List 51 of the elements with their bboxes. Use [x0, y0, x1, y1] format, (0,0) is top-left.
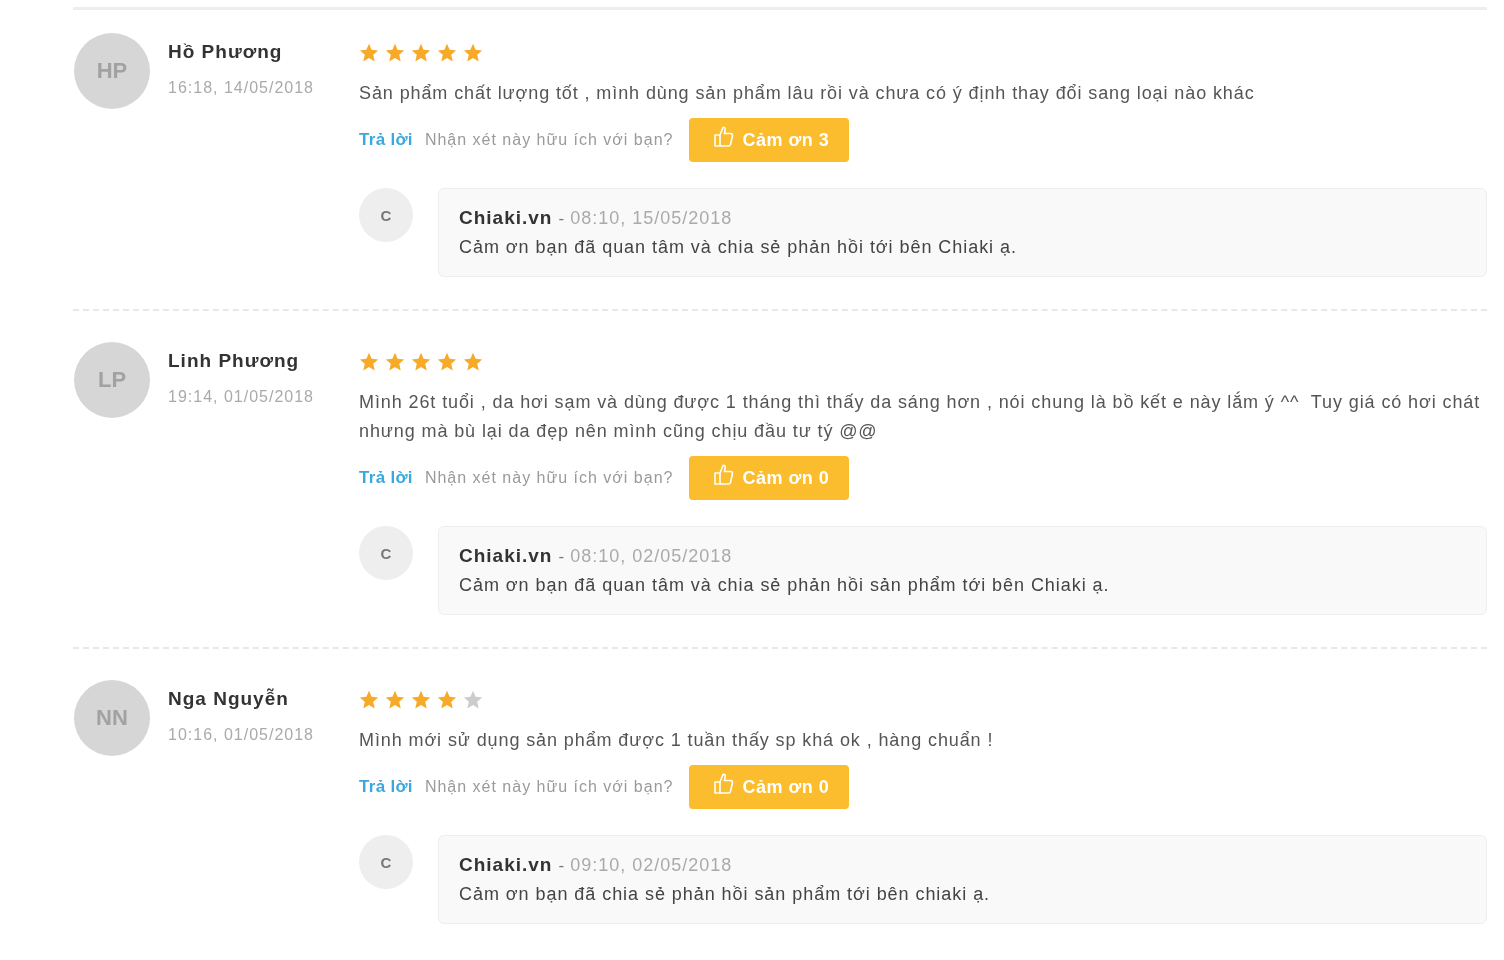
review-comment: Sản phẩm chất lượng tốt , mình dùng sản phẩm lâu rồi và chưa có ý định thay đổi sang loại nào khác	[359, 82, 1256, 105]
reply-author: Chiaki.vn	[459, 206, 553, 230]
star-icon	[463, 690, 483, 710]
thumbs-up-icon	[714, 463, 735, 485]
star-icon	[437, 43, 457, 63]
star-icon	[359, 43, 379, 63]
reply-link[interactable]: Trả lời	[359, 130, 413, 150]
reviewer-name: Linh Phương	[168, 349, 300, 373]
reply-time: 08:10, 02/05/2018	[570, 545, 733, 568]
star-icon	[385, 352, 405, 372]
reply-separator: -	[558, 855, 565, 877]
review-time: 10:16, 01/05/2018	[168, 725, 314, 745]
review-time: 19:14, 01/05/2018	[168, 387, 314, 407]
star-icon	[385, 690, 405, 710]
reply-time: 08:10, 15/05/2018	[570, 207, 733, 230]
thumbs-up-icon	[714, 125, 735, 147]
helpful-question: Nhận xét này hữu ích với bạn?	[424, 131, 674, 149]
reply-separator: -	[558, 208, 565, 230]
star-icon	[463, 43, 483, 63]
star-icon	[359, 690, 379, 710]
reply-author: Chiaki.vn	[459, 853, 553, 877]
star-icon	[437, 352, 457, 372]
thanks-button[interactable]: Cảm ơn 0	[689, 456, 850, 500]
thumbs-up-icon	[714, 772, 735, 794]
review-time: 16:18, 14/05/2018	[168, 78, 314, 98]
thanks-button[interactable]: Cảm ơn 0	[689, 765, 850, 809]
shop-avatar: C	[359, 835, 413, 889]
star-icon	[437, 690, 457, 710]
star-icon	[411, 352, 431, 372]
reviewer-name: Nga Nguyễn	[168, 687, 289, 711]
star-icon	[385, 43, 405, 63]
reply-text: Cảm ơn bạn đã quan tâm và chia sẻ phản hồi sản phẩm tới bên Chiaki ạ.	[459, 574, 1111, 597]
reply-author: Chiaki.vn	[459, 544, 553, 568]
helpful-question: Nhận xét này hữu ích với bạn?	[424, 778, 674, 796]
review-comment: Mình mới sử dụng sản phẩm được 1 tuần thấy sp khá ok , hàng chuẩn !	[359, 729, 995, 752]
reply-separator: -	[558, 546, 565, 568]
star-icon	[411, 43, 431, 63]
reviewer-name: Hồ Phương	[168, 40, 283, 64]
reply-link[interactable]: Trả lời	[359, 468, 413, 488]
thanks-button[interactable]: Cảm ơn 3	[689, 118, 850, 162]
reply-text: Cảm ơn bạn đã quan tâm và chia sẻ phản hồi tới bên Chiaki ạ.	[459, 236, 1018, 259]
shop-avatar: C	[359, 526, 413, 580]
shop-avatar: C	[359, 188, 413, 242]
star-icon	[411, 690, 431, 710]
reply-text: Cảm ơn bạn đã chia sẻ phản hồi sản phẩm tới bên chiaki ạ.	[459, 883, 992, 906]
star-icon	[463, 352, 483, 372]
helpful-question: Nhận xét này hữu ích với bạn?	[424, 469, 674, 487]
reply-time: 09:10, 02/05/2018	[570, 854, 733, 877]
star-icon	[359, 352, 379, 372]
reply-link[interactable]: Trả lời	[359, 777, 413, 797]
review-comment: Mình 26t tuổi , da hơi sạm và dùng được 1 tháng thì thấy da sáng hơn , nói chung là bồ kết e này lắm ý ^^ Tuy giá có hơi chát nhưng mà bù lại da đẹp nên mình cũng chịu đầu tư tý @@	[359, 390, 1482, 443]
